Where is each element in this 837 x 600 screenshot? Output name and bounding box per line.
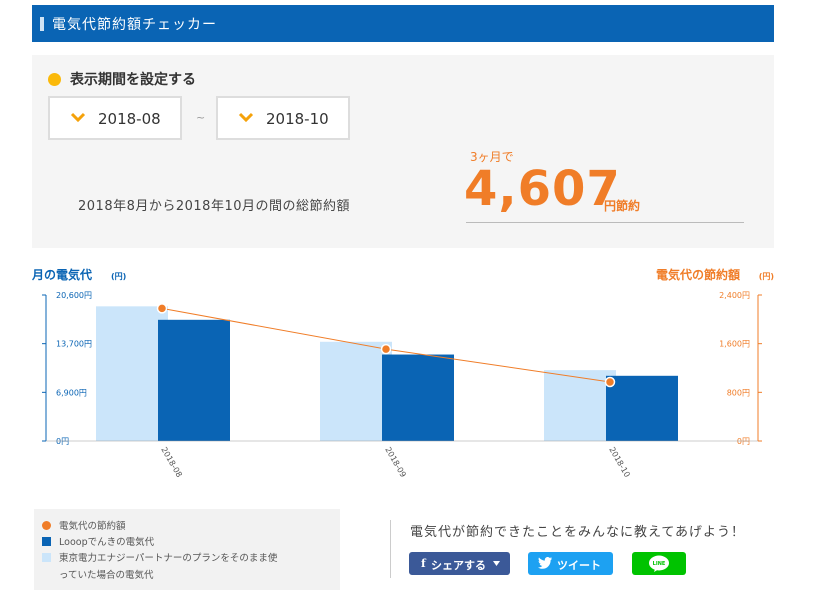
period-to-value: 2018-10	[266, 110, 329, 128]
savings-point	[604, 376, 616, 388]
bar-tepco	[96, 306, 168, 441]
svg-text:LINE: LINE	[653, 561, 666, 567]
bar-looop	[382, 354, 454, 441]
bar-looop	[158, 319, 230, 441]
period-label: 表示期間を設定する	[48, 69, 196, 89]
chart-legend: 電気代の節約額 Looopでんきの電気代 東京電力エナジーパートナーのプランをそ…	[34, 509, 340, 590]
header-accent-bar	[40, 17, 44, 31]
period-separator: ~	[196, 111, 206, 124]
y-axis-left-tick-label: 13,700円	[56, 340, 92, 349]
bar-looop	[606, 375, 678, 441]
facebook-icon: f	[421, 557, 426, 570]
y-axis-right-tick-label: 800円	[727, 388, 750, 397]
legend-label-looop: Looopでんきの電気代	[59, 537, 155, 548]
y-axis-right-tick-label: 0円	[737, 437, 750, 446]
facebook-share-button[interactable]: f シェアする	[409, 552, 510, 575]
legend-item-savings: 電気代の節約額	[42, 518, 126, 532]
legend-label-tepco-1: 東京電力エナジーパートナーのプランをそのまま使	[59, 553, 278, 564]
period-from-value: 2018-08	[98, 110, 161, 128]
period-to-select[interactable]: 2018-10	[216, 96, 350, 140]
bullet-dot-icon	[48, 73, 61, 86]
y-axis-right-tick-label: 1,600円	[719, 340, 750, 349]
x-axis-tick-label: 2018-08	[159, 446, 184, 479]
summary-divider	[466, 222, 744, 223]
bar-tepco	[320, 341, 392, 441]
twitter-tweet-label: ツイート	[557, 559, 601, 572]
legend-label-tepco-2: っていた場合の電気代	[59, 570, 154, 581]
share-divider	[390, 520, 391, 578]
electricity-chart: 月の電気代 (円) 電気代の節約額 (円) 20,600円 13,700円 6,900円 0円…	[31, 267, 774, 479]
x-axis-tick-label: 2018-09	[383, 446, 408, 479]
blue-square-icon	[42, 537, 51, 546]
total-savings-unit: 円節約	[604, 199, 641, 213]
caret-down-icon	[493, 561, 500, 566]
period-panel: 表示期間を設定する 2018-08 ~ 2018-10 3ヶ月で 2018年8月…	[32, 55, 774, 248]
line-share-button[interactable]: LINE	[632, 552, 686, 575]
y-axis-left-title: 月の電気代	[31, 267, 92, 282]
legend-item-tepco: 東京電力エナジーパートナーのプランをそのまま使	[42, 550, 277, 564]
twitter-bird-icon	[538, 557, 552, 569]
line-icon: LINE	[649, 555, 669, 572]
total-savings-amount: 4,607	[464, 161, 621, 217]
share-message: 電気代が節約できたことをみんなに教えてあげよう！	[410, 525, 745, 540]
y-axis-left-tick-label: 20,600円	[56, 291, 92, 300]
y-axis-right-tick-label: 2,400円	[719, 291, 750, 300]
y-axis-left-tick-label: 0円	[56, 437, 69, 446]
y-axis-right-title: 電気代の節約額	[656, 267, 740, 282]
orange-dot-icon	[42, 521, 51, 530]
page-title: 電気代節約額チェッカー	[52, 17, 217, 33]
period-from-select[interactable]: 2018-08	[48, 96, 182, 140]
page-header: 電気代節約額チェッカー	[32, 5, 774, 42]
facebook-share-label: シェアする	[431, 559, 486, 572]
y-axis-right-unit: (円)	[759, 272, 774, 281]
savings-point	[380, 343, 392, 355]
x-axis-tick-label: 2018-10	[607, 446, 632, 479]
y-axis-left-tick-label: 6,900円	[56, 388, 87, 397]
period-label-text: 表示期間を設定する	[70, 72, 196, 88]
legend-label-savings: 電気代の節約額	[59, 521, 126, 532]
y-axis-left-unit: (円)	[111, 272, 126, 281]
savings-point	[156, 303, 168, 314]
chevron-down-icon	[238, 112, 254, 123]
light-blue-square-icon	[42, 553, 51, 562]
twitter-tweet-button[interactable]: ツイート	[528, 552, 613, 575]
total-savings-description: 2018年8月から2018年10月の間の総節約額	[78, 199, 350, 214]
legend-item-looop: Looopでんきの電気代	[42, 534, 154, 548]
chevron-down-icon	[70, 112, 86, 123]
